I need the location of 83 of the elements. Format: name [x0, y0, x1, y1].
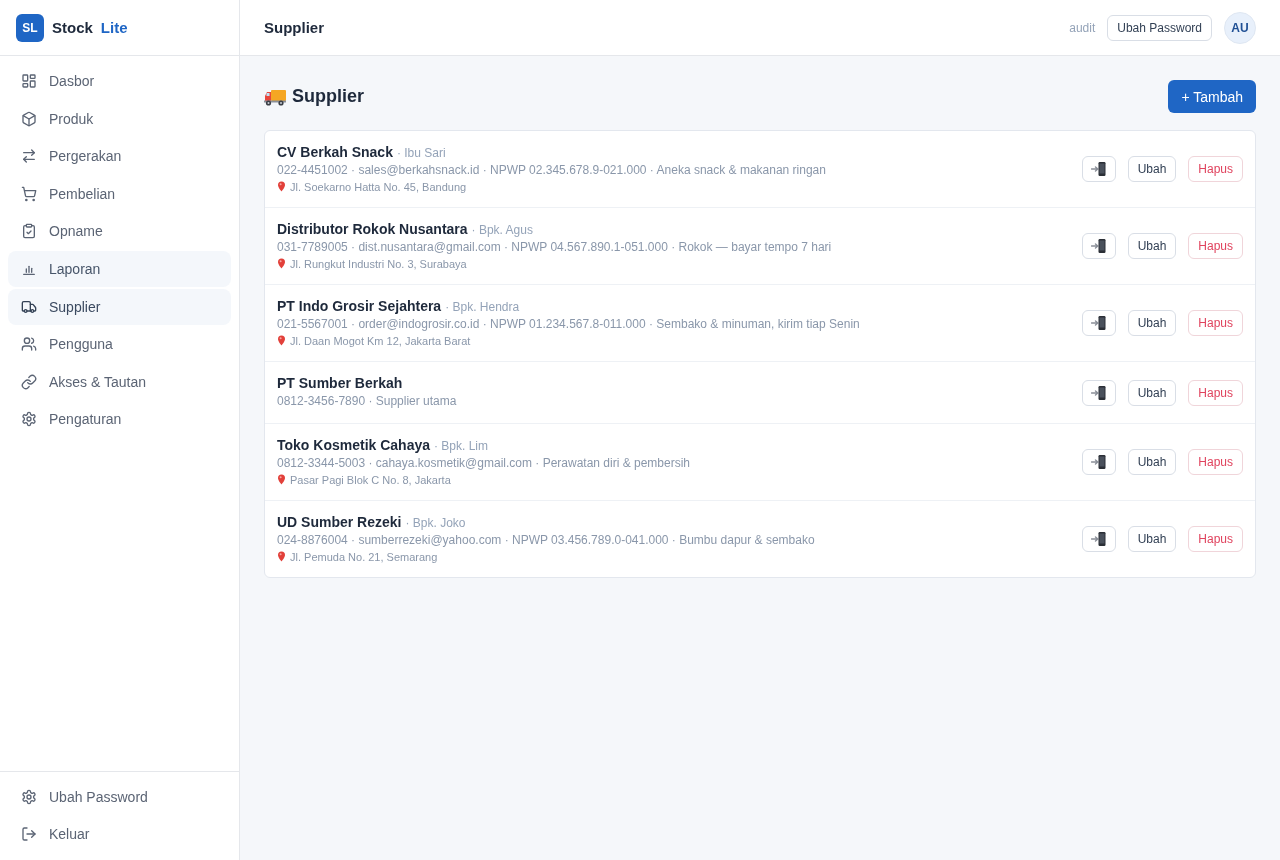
supplier-details: 024-8876004 · sumberrezeki@yahoo.com · NPWP 03.456.789.0-041.000 · Bumbu dapur & sembako [277, 532, 816, 549]
phone-button[interactable] [1081, 449, 1116, 475]
phone-arrow-icon [1090, 161, 1107, 177]
sidebar-item[interactable]: Pengguna [8, 326, 231, 363]
supplier-name: CV Berkah Snack [277, 144, 393, 160]
pin-icon [277, 551, 286, 562]
sidebar-item[interactable]: Pembelian [8, 175, 231, 212]
supplier-address: Jl. Pemuda No. 21, Semarang [290, 550, 438, 563]
sidebar-item[interactable]: Opname [8, 213, 231, 250]
phone-button[interactable] [1081, 526, 1116, 552]
add-button[interactable]: + Tambah [1168, 80, 1256, 113]
supplier-name: PT Sumber Berkah [277, 375, 403, 391]
supplier-address: Jl. Daan Mogot Km 12, Jakarta Barat [290, 334, 471, 347]
pin-icon [277, 181, 286, 192]
phone-arrow-icon [1090, 384, 1107, 401]
supplier-contact: · Ibu Sari [396, 146, 446, 160]
users-icon [21, 336, 37, 353]
supplier-contact: · Bpk. Hendra [445, 300, 520, 314]
header-title: Supplier [264, 19, 325, 36]
sidebar-item[interactable]: Dasbor [8, 63, 231, 99]
truck-icon [21, 298, 37, 315]
supplier-address: Pasar Pagi Blok C No. 8, Jakarta [290, 473, 451, 486]
supplier-contact: · Bpk. Agus [471, 223, 533, 237]
settings-icon [21, 789, 37, 805]
sidebar-item[interactable]: Akses & Tautan [8, 363, 231, 400]
app-name: Stock [52, 19, 93, 36]
supplier-details: 0812-3456-7890 · Supplier utama [277, 393, 458, 410]
sidebar-item[interactable]: Keluar [8, 816, 231, 852]
app-name-accent: Lite [100, 19, 128, 36]
phone-arrow-icon [1090, 315, 1107, 331]
supplier-name: Distributor Rokok Nusantara [277, 221, 468, 237]
edit-button[interactable]: Ubah [1127, 233, 1177, 259]
link-icon [21, 373, 37, 390]
cart-icon [21, 185, 37, 202]
delete-button[interactable]: Hapus [1188, 526, 1243, 552]
supplier-address: Jl. Soekarno Hatta No. 45, Bandung [290, 180, 467, 193]
supplier-name: UD Sumber Rezeki [277, 514, 402, 530]
pin-icon [277, 474, 286, 485]
delete-button[interactable]: Hapus [1188, 156, 1243, 182]
delete-button[interactable]: Hapus [1188, 449, 1243, 475]
edit-button[interactable]: Ubah [1127, 156, 1177, 182]
supplier-name: Toko Kosmetik Cahaya [277, 437, 430, 453]
app-logo: SL [16, 13, 44, 42]
dashboard-icon [21, 73, 37, 89]
settings-icon [21, 411, 37, 428]
phone-button[interactable] [1081, 233, 1116, 259]
phone-arrow-icon [1090, 238, 1107, 254]
supplier-details: 031-7789005 · dist.nusantara@gmail.com · NPWP 04.567.890.1-051.000 · Rokok — bayar tempo 7 hari [277, 239, 833, 256]
supplier-details: 0812-3344-5003 · cahaya.kosmetik@gmail.com · Perawatan diri & pembersih [277, 455, 692, 472]
supplier-details: 021-5567001 · order@indogrosir.co.id · NPWP 01.234.567.8-011.000 · Sembako & minuman, kirim tiap Senin [277, 316, 861, 333]
logout-icon [21, 826, 37, 842]
supplier-address: Jl. Rungkut Industri No. 3, Surabaya [290, 257, 467, 270]
supplier-contact: · Bpk. Joko [405, 516, 466, 530]
sidebar-item[interactable]: Laporan [8, 250, 231, 287]
edit-button[interactable]: Ubah [1127, 379, 1177, 406]
supplier-details: 022-4451002 · sales@berkahsnack.id · NPWP 02.345.678.9-021.000 · Aneka snack & makanan ringan [277, 162, 827, 179]
delete-button[interactable]: Hapus [1188, 379, 1243, 406]
phone-button[interactable] [1081, 310, 1116, 336]
delete-button[interactable]: Hapus [1188, 233, 1243, 259]
pin-icon [277, 335, 286, 346]
supplier-contact: · Bpk. Lim [434, 439, 489, 453]
sidebar-item[interactable]: Produk [8, 100, 231, 137]
supplier-name: PT Indo Grosir Sejahtera [277, 298, 442, 314]
page-title: Supplier [292, 86, 364, 107]
sidebar-item[interactable]: Ubah Password [8, 779, 231, 815]
phone-arrow-icon [1090, 454, 1107, 470]
sidebar-item[interactable]: Pengaturan [8, 401, 231, 438]
phone-arrow-icon [1090, 531, 1107, 547]
phone-button[interactable] [1081, 379, 1116, 406]
sidebar-item[interactable]: Pergerakan [8, 138, 231, 175]
clipboard-check-icon [21, 223, 37, 240]
phone-button[interactable] [1081, 156, 1116, 182]
delete-button[interactable]: Hapus [1188, 310, 1243, 336]
user-avatar[interactable]: AU [1224, 11, 1256, 44]
arrows-icon [21, 148, 37, 165]
edit-button[interactable]: Ubah [1127, 526, 1177, 552]
box-icon [21, 110, 37, 127]
sidebar-item[interactable]: Supplier [8, 288, 231, 325]
edit-button[interactable]: Ubah [1127, 310, 1177, 336]
change-password-button[interactable]: Ubah Password [1107, 14, 1212, 41]
user-role: audit [1069, 20, 1096, 35]
edit-button[interactable]: Ubah [1127, 449, 1177, 475]
pin-icon [277, 258, 286, 269]
